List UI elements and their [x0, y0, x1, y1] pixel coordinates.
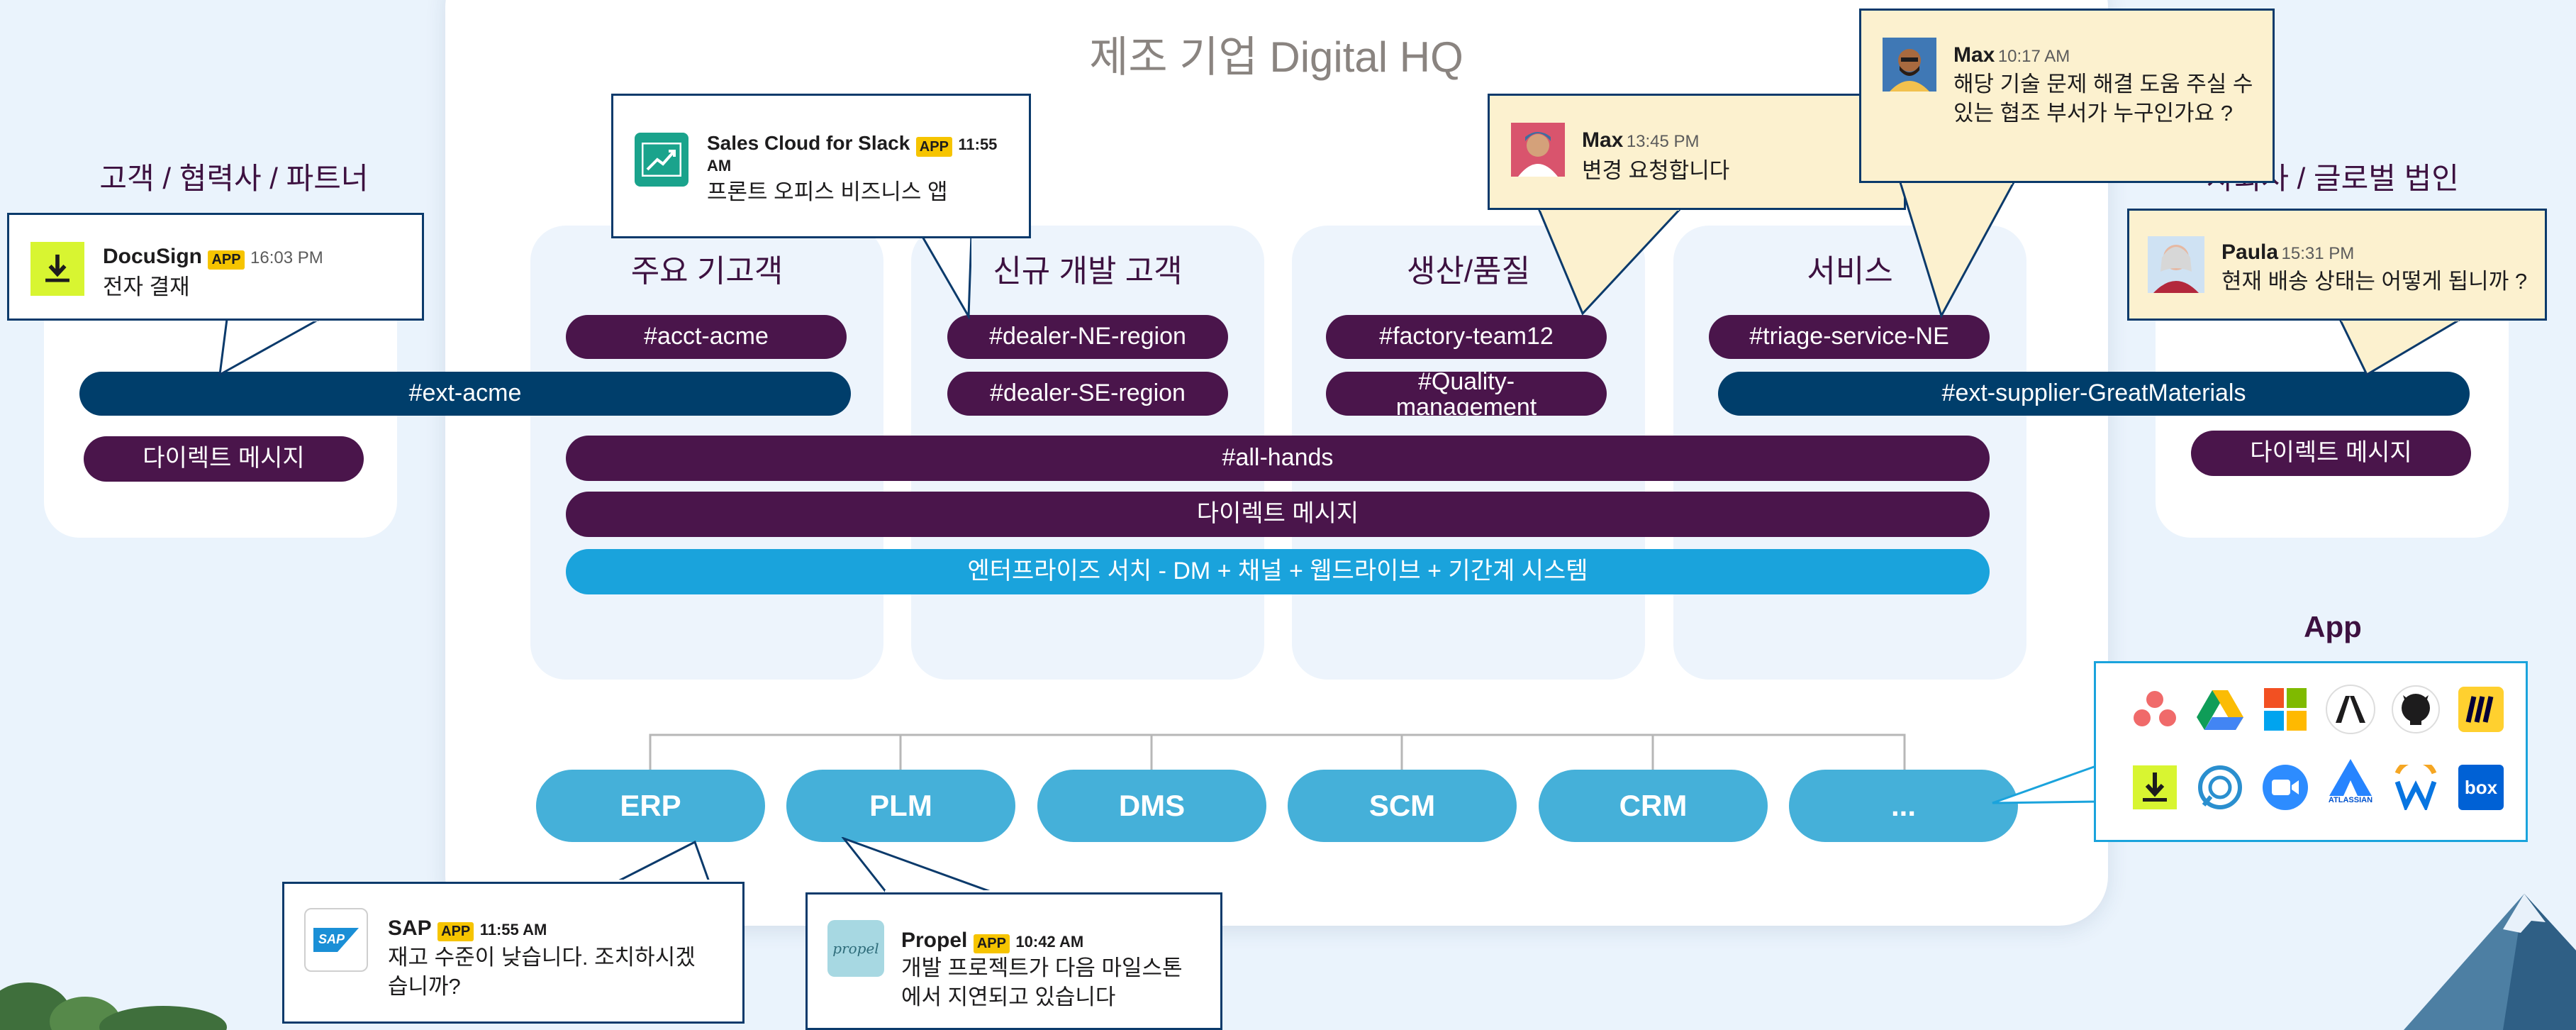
- paula-sender: Paula: [2221, 240, 2279, 264]
- system-plm[interactable]: PLM: [786, 770, 1015, 842]
- apps-title: App: [2304, 610, 2362, 643]
- paula-bubble-tail: [2338, 318, 2465, 377]
- quip-icon[interactable]: [2195, 763, 2245, 812]
- max2-sender: Max: [1953, 43, 1995, 67]
- paula-avatar: [2148, 236, 2204, 293]
- apps-pointer: [1992, 764, 2097, 804]
- propel-logo-text: propel: [832, 940, 879, 957]
- docusign-bubble-tail: [218, 318, 323, 377]
- system-more[interactable]: ...: [1789, 770, 2018, 842]
- max2-bubble-tail: [1898, 181, 2016, 319]
- sap-message: SAP SAP APP 11:55 AM 재고 수준이 낮습니다. 조치하시겠습…: [282, 882, 745, 1024]
- max1-bubble-tail: [1537, 207, 1683, 316]
- propel-text: 개발 프로젝트가 다음 마일스톤에서 지연되고 있습니다: [901, 956, 1183, 1009]
- paula-message: Paula 15:31 PM 현재 배송 상태는 어떻게 됩니까 ?: [2127, 209, 2547, 321]
- propel-time: 10:42 AM: [1015, 933, 1084, 951]
- docusign-app-badge: APP: [208, 250, 245, 270]
- docusign-sender: DocuSign: [103, 245, 202, 268]
- sap-sender: SAP: [388, 917, 432, 940]
- salescloud-text: 프론트 오피스 비즈니스 앱: [707, 179, 948, 204]
- docusign-text: 전자 결재: [103, 275, 190, 299]
- salescloud-message: Sales Cloud for Slack APP 11:55 AM 프론트 오…: [611, 94, 1031, 238]
- github-icon[interactable]: [2391, 685, 2441, 734]
- propel-app-badge: APP: [973, 934, 1010, 954]
- salescloud-time: 11:55: [958, 135, 998, 153]
- box-label: box: [2458, 765, 2504, 810]
- sap-app-badge: APP: [437, 922, 474, 942]
- sap-bubble-tail: [615, 841, 711, 883]
- system-crm[interactable]: CRM: [1539, 770, 1768, 842]
- max2-message: Max 10:17 AM 해당 기술 문제 해결 도움 주실 수 있는 협조 부…: [1859, 9, 2275, 183]
- docusign-message: DocuSign APP 16:03 PM 전자 결재: [7, 213, 424, 321]
- download-icon: [45, 254, 69, 282]
- system-erp[interactable]: ERP: [536, 770, 765, 842]
- max2-text: 해당 기술 문제 해결 도움 주실 수 있는 협조 부서가 누구인가요 ?: [1953, 72, 2253, 126]
- docusign-avatar: [30, 242, 84, 296]
- sap-text: 재고 수준이 낮습니다. 조치하시겠습니까?: [388, 945, 696, 999]
- zoom-icon[interactable]: [2260, 763, 2310, 812]
- docusign-time: 16:03 PM: [250, 248, 323, 267]
- propel-avatar: propel: [827, 920, 884, 977]
- propel-bubble-tail: [841, 837, 994, 894]
- sap-logo-text: SAP: [318, 932, 345, 946]
- person-icon: [1518, 132, 1558, 177]
- system-dms[interactable]: DMS: [1037, 770, 1266, 842]
- workday-icon[interactable]: [2391, 763, 2441, 812]
- salescloud-avatar: [635, 133, 688, 187]
- salescloud-sender: Sales Cloud for Slack: [707, 132, 910, 154]
- sap-time: 11:55 AM: [479, 921, 547, 938]
- propel-message: propel Propel APP 10:42 AM 개발 프로젝트가 다음 마…: [805, 892, 1222, 1030]
- salescloud-bubble-tail: [823, 234, 971, 319]
- trend-up-icon: [642, 143, 681, 177]
- max1-time: 13:45 PM: [1626, 132, 1700, 151]
- anthropic-icon[interactable]: [2326, 685, 2375, 734]
- max2-time: 10:17 AM: [1997, 47, 2070, 66]
- max1-sender: Max: [1582, 128, 1624, 152]
- salescloud-app-badge: APP: [915, 136, 952, 157]
- max1-avatar: [1511, 123, 1565, 177]
- google-drive-icon[interactable]: [2195, 685, 2245, 734]
- salescloud-time-ampm: AM: [707, 156, 732, 175]
- sap-avatar: SAP: [304, 908, 368, 972]
- box-icon[interactable]: box: [2456, 763, 2506, 812]
- max2-avatar: [1883, 38, 1936, 92]
- asana-icon[interactable]: [2130, 685, 2180, 734]
- person-icon: [2153, 245, 2199, 293]
- docusign-icon[interactable]: [2130, 763, 2180, 812]
- microsoft-icon[interactable]: [2260, 685, 2310, 734]
- apps-panel: ATLASSIAN box: [2094, 661, 2528, 842]
- max1-message: Max 13:45 PM 변경 요청합니다: [1488, 94, 1906, 210]
- paula-text: 현재 배송 상태는 어떻게 됩니까 ?: [2221, 269, 2528, 294]
- system-scm[interactable]: SCM: [1288, 770, 1517, 842]
- miro-icon[interactable]: [2456, 685, 2506, 734]
- propel-sender: Propel: [901, 929, 968, 952]
- atlassian-icon[interactable]: ATLASSIAN: [2326, 757, 2375, 807]
- paula-time: 15:31 PM: [2281, 244, 2355, 263]
- atlassian-label: ATLASSIAN: [2328, 796, 2373, 804]
- person-icon: [1890, 49, 1929, 92]
- max1-text: 변경 요청합니다: [1582, 158, 1730, 183]
